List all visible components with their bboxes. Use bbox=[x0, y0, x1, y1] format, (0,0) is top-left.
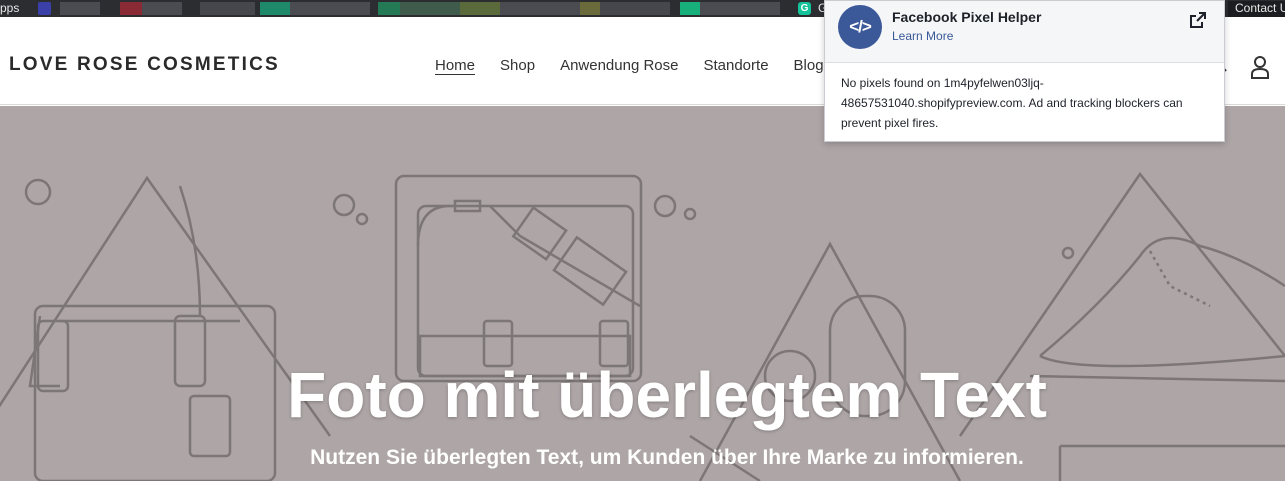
nav-item-anwendung-rose[interactable]: Anwendung Rose bbox=[560, 57, 678, 74]
nav-item-shop[interactable]: Shop bbox=[500, 57, 535, 74]
external-link-icon[interactable] bbox=[1188, 10, 1208, 30]
bookmark-blurred[interactable] bbox=[460, 2, 500, 15]
bookmark-blurred[interactable] bbox=[600, 2, 670, 15]
bookmark-contact[interactable]: Contact U bbox=[1228, 1, 1285, 17]
hero-title: Foto mit überlegtem Text bbox=[287, 359, 1047, 431]
popup-message: No pixels found on 1m4pyfelwen03ljq-4865… bbox=[841, 76, 1183, 130]
bookmark-blurred[interactable] bbox=[700, 2, 780, 15]
hero-banner: Foto mit überlegtem Text Nutzen Sie über… bbox=[0, 106, 1285, 481]
bookmark-blurred[interactable] bbox=[200, 2, 255, 15]
bookmark-favicon-icon[interactable] bbox=[38, 2, 51, 15]
bookmark-blurred[interactable] bbox=[400, 2, 460, 15]
nav-item-home[interactable]: Home bbox=[435, 57, 475, 74]
pixel-helper-logo-icon: </> bbox=[838, 5, 882, 49]
learn-more-link[interactable]: Learn More bbox=[892, 29, 953, 43]
nav-item-blog[interactable]: Blog bbox=[794, 57, 824, 74]
bookmark-blurred[interactable] bbox=[290, 2, 370, 15]
nav-item-standorte[interactable]: Standorte bbox=[703, 57, 768, 74]
store-logo[interactable]: LOVE ROSE COSMETICS bbox=[9, 54, 280, 76]
bookmark-blurred[interactable] bbox=[500, 2, 580, 15]
pixel-helper-popup: </> Facebook Pixel Helper Learn More No … bbox=[824, 0, 1225, 142]
popup-title: Facebook Pixel Helper bbox=[892, 9, 1042, 25]
bookmark-blurred[interactable] bbox=[378, 2, 400, 15]
bookmark-blurred[interactable] bbox=[60, 2, 100, 15]
bookmark-blurred[interactable] bbox=[142, 2, 182, 15]
popup-header: </> Facebook Pixel Helper Learn More bbox=[825, 1, 1224, 63]
hero-subtitle: Nutzen Sie überlegten Text, um Kunden üb… bbox=[310, 446, 1024, 469]
account-icon[interactable] bbox=[1250, 55, 1270, 79]
bookmark-blurred[interactable] bbox=[580, 2, 600, 15]
bookmark-blurred[interactable] bbox=[260, 2, 290, 15]
bookmark-blurred[interactable] bbox=[680, 2, 700, 15]
bookmark-apps[interactable]: pps bbox=[0, 1, 19, 15]
main-nav: Home Shop Anwendung Rose Standorte Blog bbox=[435, 57, 824, 74]
grammarly-icon[interactable]: G bbox=[798, 2, 811, 15]
bookmark-blurred[interactable] bbox=[120, 2, 142, 15]
